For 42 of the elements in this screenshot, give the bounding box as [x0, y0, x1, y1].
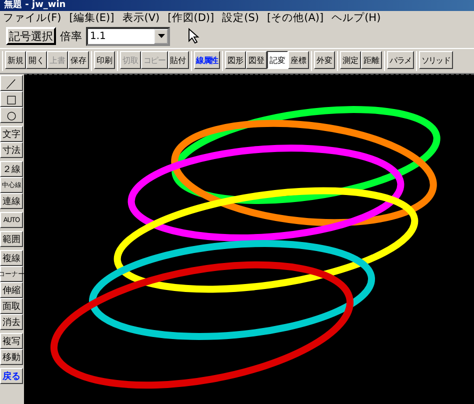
- tool-button[interactable]: ２線: [0, 161, 23, 177]
- toolbar-button[interactable]: 線属性: [194, 51, 220, 69]
- tool-button[interactable]: 連線: [0, 193, 23, 209]
- dropdown-arrow-icon: [158, 34, 164, 38]
- tool-button[interactable]: □: [0, 91, 23, 107]
- toolbar-button[interactable]: パラメ: [387, 51, 414, 69]
- toolbar-button[interactable]: 図形: [225, 51, 246, 69]
- tool-button[interactable]: 複写: [0, 333, 23, 349]
- tool-button[interactable]: 面取: [0, 298, 23, 314]
- menu-item[interactable]: 設定(S): [222, 10, 259, 24]
- menu-item[interactable]: ファイル(F): [3, 10, 62, 24]
- toolbar-button[interactable]: 座標: [288, 51, 310, 69]
- toolbar-button[interactable]: 距離: [361, 51, 382, 69]
- toolbar-button[interactable]: 外変: [314, 51, 336, 69]
- tool-button[interactable]: ○: [0, 107, 23, 123]
- tool-button[interactable]: 移動: [0, 349, 23, 365]
- symbol-select-button[interactable]: 記号選択: [6, 27, 56, 45]
- toolbar-button[interactable]: 記変: [267, 51, 288, 69]
- tool-button[interactable]: 範囲: [0, 231, 23, 247]
- tool-button[interactable]: 伸縮: [0, 282, 23, 298]
- mouse-cursor-icon: [188, 28, 200, 44]
- scale-label: 倍率: [60, 28, 82, 44]
- toolbar-button[interactable]: 印刷: [94, 51, 115, 69]
- menu-item[interactable]: [作図(D)]: [168, 10, 214, 24]
- scale-dropdown[interactable]: 1.1: [86, 26, 170, 46]
- toolbar-button[interactable]: ソリッド: [418, 51, 453, 69]
- tool-button[interactable]: 複線: [0, 250, 23, 266]
- tool-button[interactable]: 文字: [0, 126, 23, 142]
- tool-button[interactable]: 寸法: [0, 142, 23, 158]
- menu-item[interactable]: [その他(A)]: [267, 10, 324, 24]
- toolbar-button[interactable]: 保存: [68, 51, 89, 69]
- menu-item[interactable]: [編集(E)]: [69, 10, 114, 24]
- tool-button[interactable]: ／: [0, 75, 23, 91]
- menu-item[interactable]: 表示(V): [122, 10, 160, 24]
- menu-item[interactable]: ヘルプ(H): [332, 10, 381, 24]
- toolbar-button[interactable]: 開く: [26, 51, 47, 69]
- tool-button[interactable]: 戻る: [0, 368, 23, 384]
- tool-button[interactable]: 消去: [0, 314, 23, 330]
- toolbar-button[interactable]: 図登: [246, 51, 268, 69]
- toolbar-button[interactable]: 貼付: [168, 51, 189, 69]
- toolbar-button[interactable]: 測定: [340, 51, 362, 69]
- toolbar-button[interactable]: 新規: [5, 51, 26, 69]
